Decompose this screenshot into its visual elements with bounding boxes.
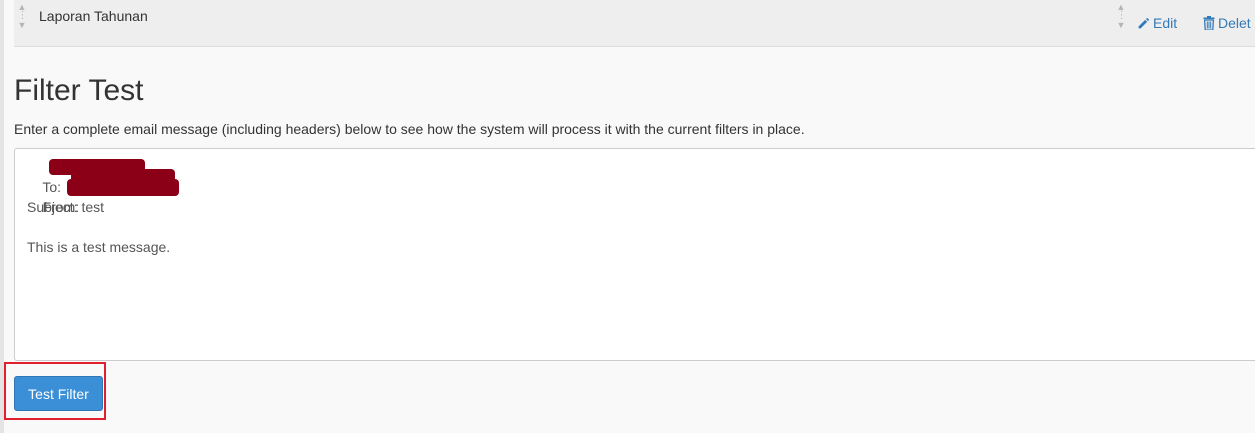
redaction-mark xyxy=(67,179,179,196)
filter-list-row: ▲ ⋮ ▼ Laporan Tahunan ▲ ⋮ ▼ Edit Delet xyxy=(14,0,1255,47)
drag-handle-icon[interactable]: ▲ ⋮ ▼ xyxy=(1115,2,1127,38)
drag-handle-icon[interactable]: ▲ ⋮ ▼ xyxy=(16,2,28,38)
edit-link[interactable]: Edit xyxy=(1137,15,1177,31)
message-line-body: This is a test message. xyxy=(27,239,171,255)
edit-label: Edit xyxy=(1153,15,1178,31)
message-line-subject: Subject: test xyxy=(27,199,105,215)
section-description: Enter a complete email message (includin… xyxy=(14,121,805,137)
message-line-from: From: xyxy=(27,177,1243,215)
message-line-blank xyxy=(27,217,1243,237)
pencil-icon xyxy=(1138,17,1150,29)
email-message-textarea[interactable]: To: From: Subject: test This is a test m… xyxy=(14,148,1255,361)
delete-link[interactable]: Delet xyxy=(1203,15,1251,31)
message-line-to: To: xyxy=(27,157,1243,195)
trash-icon xyxy=(1203,16,1215,31)
filter-name: Laporan Tahunan xyxy=(39,8,148,24)
test-filter-button[interactable]: Test Filter xyxy=(14,376,103,411)
page-title: Filter Test xyxy=(14,74,144,107)
delete-label: Delet xyxy=(1218,15,1251,31)
